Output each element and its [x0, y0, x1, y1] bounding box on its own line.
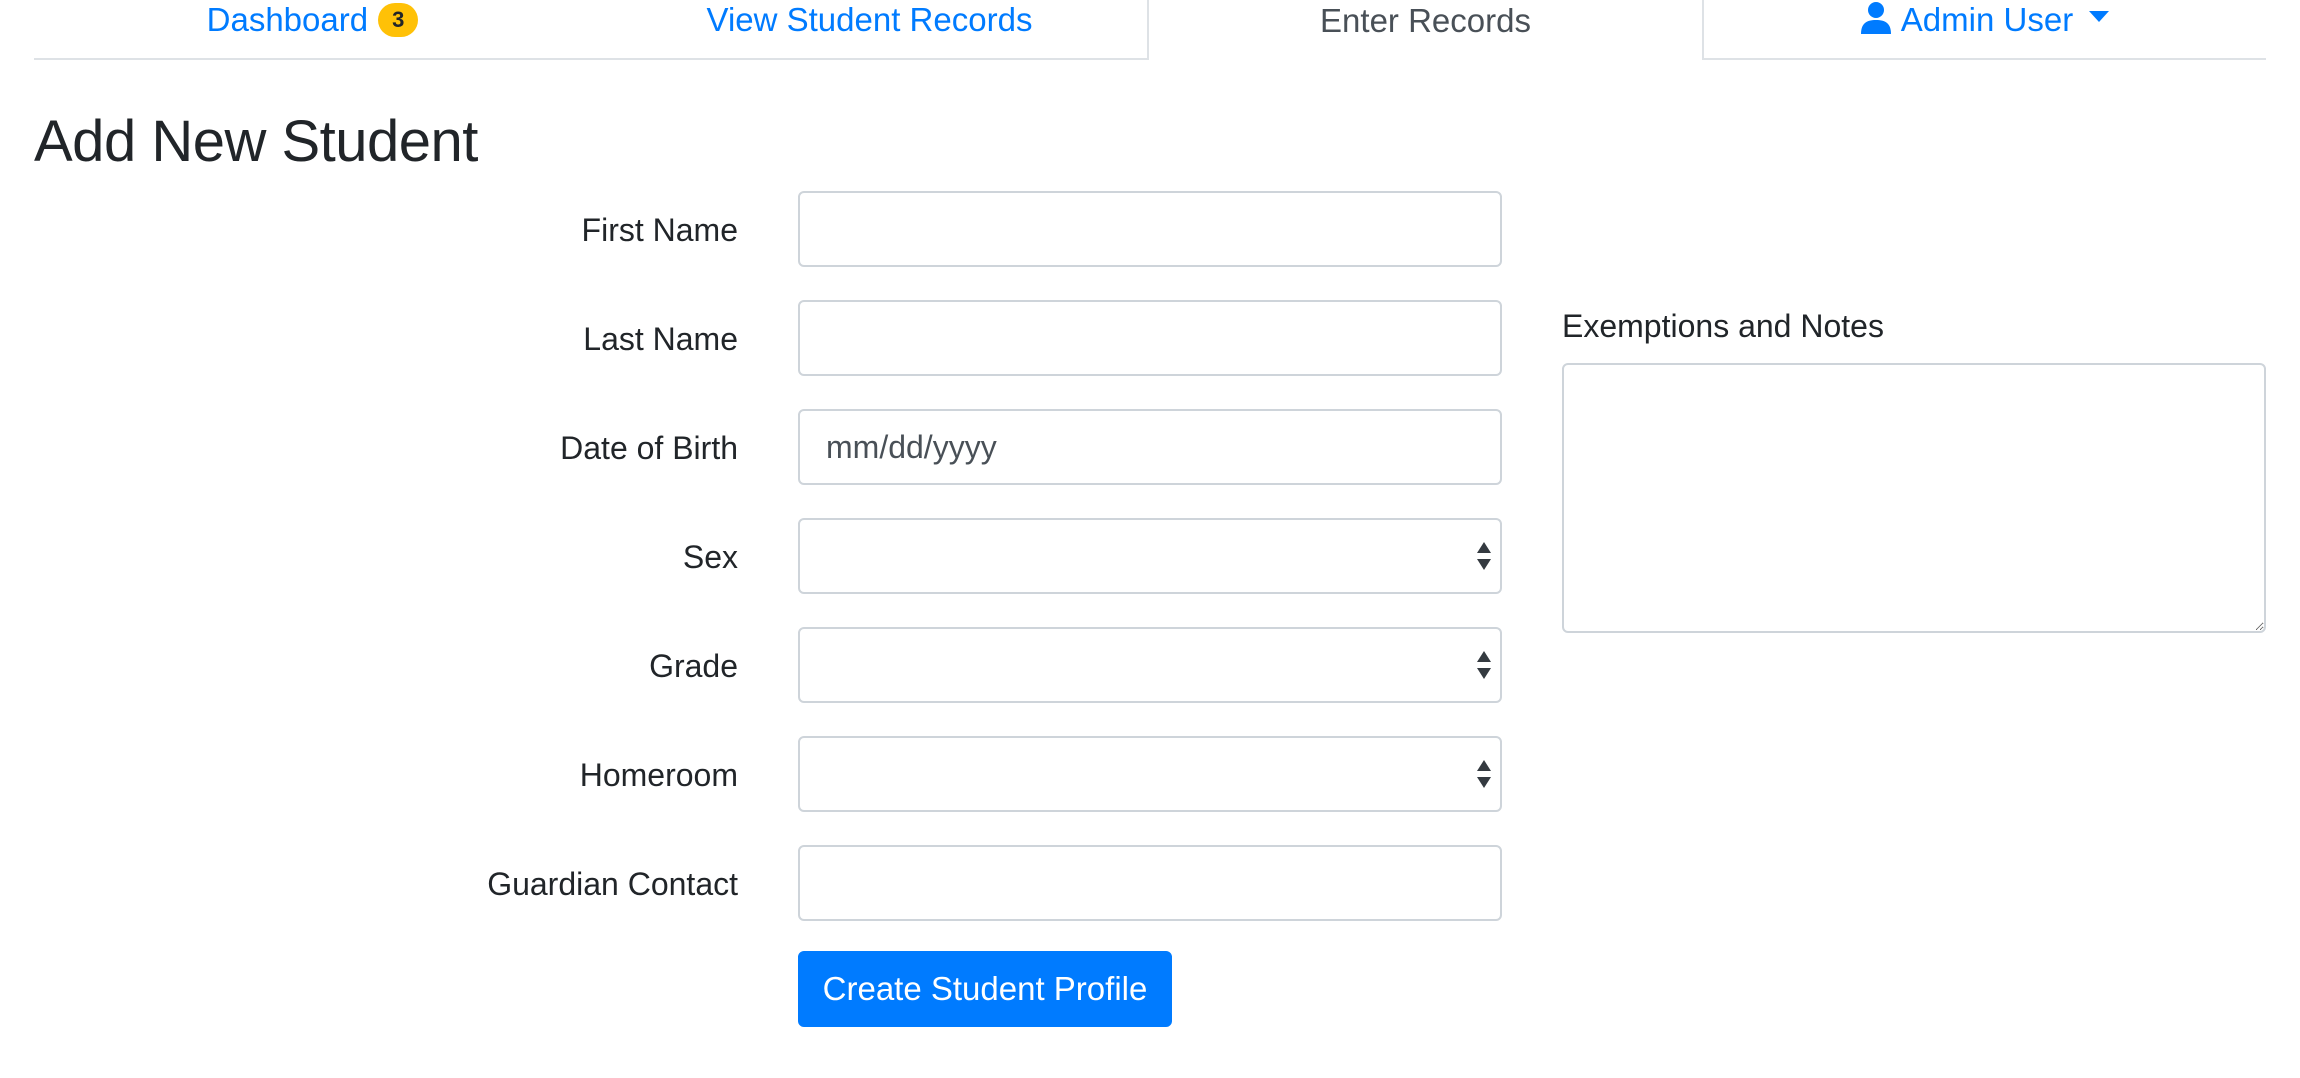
- select-arrows-icon: [1477, 651, 1491, 679]
- first-name-input[interactable]: [798, 191, 1502, 267]
- page-title: Add New Student: [34, 109, 478, 174]
- tab-admin-user-dropdown[interactable]: Admin User: [1704, 0, 2266, 58]
- tab-view-student-records[interactable]: View Student Records: [591, 0, 1148, 58]
- grade-label: Grade: [649, 648, 738, 684]
- date-of-birth-label: Date of Birth: [560, 430, 738, 466]
- grade-select[interactable]: [798, 627, 1502, 703]
- guardian-contact-label: Guardian Contact: [487, 866, 738, 902]
- last-name-label: Last Name: [583, 321, 738, 357]
- select-arrows-icon: [1477, 760, 1491, 788]
- last-name-input[interactable]: [798, 300, 1502, 376]
- date-of-birth-input[interactable]: [798, 409, 1502, 485]
- caret-down-icon: [2089, 10, 2110, 22]
- tab-enter-records-label: Enter Records: [1320, 2, 1531, 39]
- guardian-contact-input[interactable]: [798, 845, 1502, 921]
- homeroom-select[interactable]: [798, 736, 1502, 812]
- select-arrows-icon: [1477, 542, 1491, 570]
- homeroom-label: Homeroom: [579, 757, 738, 793]
- dashboard-count-badge: 3: [378, 3, 419, 37]
- nav-tabs: Dashboard 3 View Student Records Enter R…: [34, 0, 2266, 60]
- user-icon: [1860, 2, 1891, 34]
- first-name-label: First Name: [581, 212, 738, 248]
- page: Dashboard 3 View Student Records Enter R…: [0, 0, 2300, 1078]
- tab-admin-user-label: Admin User: [1900, 1, 2074, 38]
- exemptions-notes-textarea[interactable]: [1562, 363, 2266, 633]
- sex-select[interactable]: [798, 518, 1502, 594]
- exemptions-notes-label: Exemptions and Notes: [1562, 308, 1884, 344]
- tab-view-student-records-label: View Student Records: [706, 1, 1033, 38]
- tab-dashboard[interactable]: Dashboard 3: [34, 0, 591, 58]
- tab-enter-records[interactable]: Enter Records: [1147, 0, 1704, 60]
- sex-label: Sex: [682, 539, 738, 575]
- create-student-profile-button[interactable]: Create Student Profile: [798, 951, 1172, 1027]
- tab-dashboard-label: Dashboard: [206, 1, 369, 38]
